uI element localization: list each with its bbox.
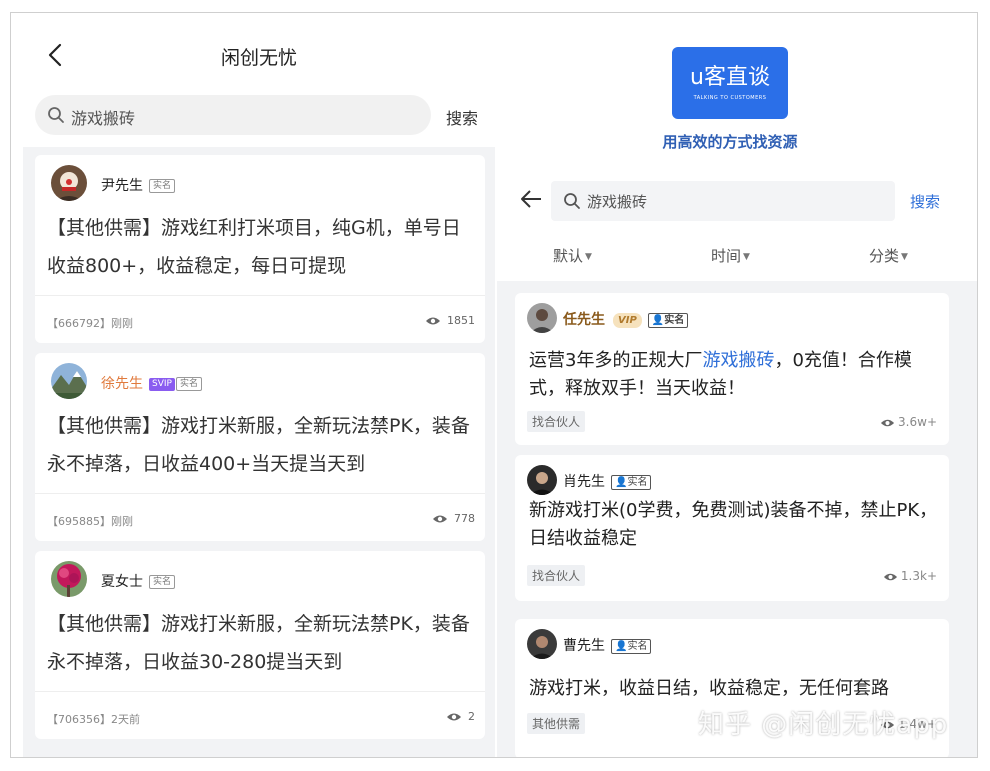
username: 肖先生 👤实名 xyxy=(563,471,652,491)
post-card[interactable]: 肖先生 👤实名 新游戏打米(0学费，免费测试)装备不掉，禁止PK，日结收益稳定 找… xyxy=(515,455,949,601)
post-meta: 【706356】2天前 xyxy=(47,713,140,726)
view-count: 778 xyxy=(432,512,475,525)
divider xyxy=(35,295,485,296)
back-arrow-icon[interactable] xyxy=(519,189,543,209)
username: 任先生 VIP 👤实名 xyxy=(563,309,689,329)
filter-default[interactable]: 默认 ▼ xyxy=(553,245,592,266)
post-content: 【其他供需】游戏红利打米项目，纯G机，单号日收益800+，收益稳定，每日可提现 xyxy=(47,217,461,277)
post-content: 【其他供需】游戏打米新服，全新玩法禁PK，装备永不掉落，日收益30-280提当天… xyxy=(47,613,470,673)
verified-badge: 👤实名 xyxy=(611,475,652,490)
verified-badge: 实名 xyxy=(149,179,176,193)
brand-slogan: 用高效的方式找资源 xyxy=(662,133,798,151)
svip-badge: SVIP xyxy=(149,378,175,391)
category-tag: 找合伙人 xyxy=(527,565,586,586)
divider xyxy=(35,691,485,692)
eye-icon xyxy=(447,713,461,721)
post-card[interactable]: 任先生 VIP 👤实名 运营3年多的正规大厂游戏搬砖，0充值！合作模式，释放双手！当… xyxy=(515,293,949,445)
post-content: 运营3年多的正规大厂游戏搬砖，0充值！合作模式，释放双手！当天收益！ xyxy=(529,350,912,399)
right-app-screen: u客直谈 TALKING TO CUSTOMERS 用高效的方式找资源 游戏搬砖… xyxy=(497,13,977,757)
post-card[interactable]: 尹先生 实名 【其他供需】游戏红利打米项目，纯G机，单号日收益800+，收益稳定，… xyxy=(35,155,485,343)
verified-badge: 👤实名 xyxy=(647,313,689,328)
post-content: 游戏打米，收益日结，收益稳定，无任何套路 xyxy=(529,678,889,699)
filter-time[interactable]: 时间 ▼ xyxy=(711,245,750,266)
dropdown-triangle-icon: ▼ xyxy=(585,252,592,262)
username: 尹先生 实名 xyxy=(101,175,176,195)
eye-icon xyxy=(426,317,440,325)
divider xyxy=(35,493,485,494)
search-button[interactable]: 搜索 xyxy=(910,191,940,212)
avatar xyxy=(51,561,87,597)
post-card[interactable]: 徐先生 SVIP 实名 【其他供需】游戏打米新服，全新玩法禁PK，装备永不掉落，日收… xyxy=(35,353,485,541)
brand-logo: u客直谈 TALKING TO CUSTOMERS xyxy=(672,47,788,119)
post-meta: 【666792】刚刚 xyxy=(47,317,133,330)
search-icon xyxy=(48,107,64,123)
username: 徐先生 SVIP 实名 xyxy=(101,373,202,393)
search-input[interactable]: 游戏搬砖 xyxy=(35,95,431,135)
search-icon xyxy=(564,193,580,209)
vip-badge: VIP xyxy=(613,313,642,328)
search-value: 游戏搬砖 xyxy=(587,193,648,211)
verified-badge: 👤实名 xyxy=(611,639,652,654)
eye-icon xyxy=(880,419,895,427)
search-button[interactable]: 搜索 xyxy=(446,105,478,129)
verified-badge: 实名 xyxy=(149,575,176,589)
avatar xyxy=(51,165,87,201)
view-count: 2 xyxy=(446,710,475,723)
avatar xyxy=(51,363,87,399)
highlighted-keyword: 游戏搬砖 xyxy=(702,350,775,371)
view-count: 1.3k+ xyxy=(883,569,937,583)
post-meta: 【695885】刚刚 xyxy=(47,515,133,528)
eye-icon xyxy=(433,515,447,523)
search-value: 游戏搬砖 xyxy=(71,109,136,128)
avatar xyxy=(527,465,557,495)
screenshot-frame: 闲创无忧 游戏搬砖 搜索 尹先生 实名 【其他供需】游戏红利打米项目，纯G机，单号… xyxy=(10,12,978,758)
watermark: 知乎 @闲创无忧app xyxy=(698,710,949,740)
avatar xyxy=(527,303,557,333)
verified-badge: 实名 xyxy=(175,377,202,391)
category-tag: 其他供需 xyxy=(527,713,586,734)
view-count: 1851 xyxy=(425,314,475,327)
category-tag: 找合伙人 xyxy=(527,411,586,432)
left-header: 闲创无忧 游戏搬砖 搜索 xyxy=(23,13,495,143)
left-post-feed: 尹先生 实名 【其他供需】游戏红利打米项目，纯G机，单号日收益800+，收益稳定，… xyxy=(23,147,495,757)
view-count: 3.6w+ xyxy=(880,415,937,429)
post-content: 【其他供需】游戏打米新服，全新玩法禁PK，装备永不掉落，日收益400+当天提当天… xyxy=(47,415,470,475)
avatar xyxy=(527,629,557,659)
brand-logo-subtext: TALKING TO CUSTOMERS xyxy=(693,95,767,101)
post-card[interactable]: 夏女士 实名 【其他供需】游戏打米新服，全新玩法禁PK，装备永不掉落，日收益30-… xyxy=(35,551,485,739)
dropdown-triangle-icon: ▼ xyxy=(901,252,908,262)
username: 夏女士 实名 xyxy=(101,571,176,591)
search-input[interactable]: 游戏搬砖 xyxy=(551,181,895,221)
dropdown-triangle-icon: ▼ xyxy=(743,252,750,262)
right-post-feed: 任先生 VIP 👤实名 运营3年多的正规大厂游戏搬砖，0充值！合作模式，释放双手！当… xyxy=(497,281,977,757)
left-app-screen: 闲创无忧 游戏搬砖 搜索 尹先生 实名 【其他供需】游戏红利打米项目，纯G机，单号… xyxy=(23,13,495,757)
eye-icon xyxy=(883,573,897,581)
username: 曹先生 👤实名 xyxy=(563,635,652,655)
page-title: 闲创无忧 xyxy=(220,47,297,69)
brand-logo-text: u客直谈 xyxy=(690,65,770,90)
filter-category[interactable]: 分类 ▼ xyxy=(869,245,908,266)
post-content: 新游戏打米(0学费，免费测试)装备不掉，禁止PK，日结收益稳定 xyxy=(529,500,938,549)
